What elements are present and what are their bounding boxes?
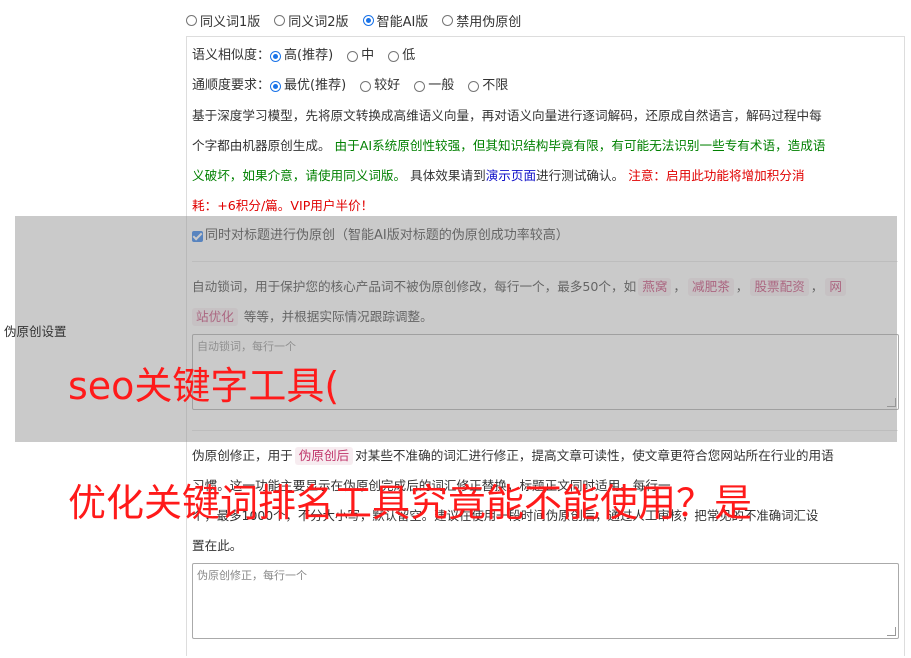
radio-checked-icon[interactable]	[270, 80, 282, 92]
watermark-line-1: seo关键字工具(	[68, 364, 340, 408]
radio-similarity-mid[interactable]: 中	[347, 41, 374, 71]
watermark-line-2: 优化关键词排名工具究竟能不能使用？是	[68, 481, 753, 525]
correction-textarea[interactable]: 伪原创修正，每行一个	[192, 563, 899, 639]
radio-synonym-v2[interactable]: 同义词2版	[274, 11, 349, 30]
radio-similarity-high[interactable]: 高(推荐)	[270, 41, 333, 71]
radio-checked-icon[interactable]	[362, 15, 374, 26]
radio-circle-icon[interactable]	[468, 80, 480, 92]
radio-fluency-good[interactable]: 较好	[360, 71, 400, 101]
radio-smart-ai[interactable]: 智能AI版	[362, 11, 428, 30]
ai-description: 基于深度学习模型，先将原文转换成高维语义向量，再对语义向量进行逐词解码，还原成自…	[192, 108, 826, 213]
version-radio-group: 同义词1版 同义词2版 智能AI版 禁用伪原创	[186, 11, 535, 30]
fluency-row: 通顺度要求： 最优(推荐) 较好 一般 不限	[192, 71, 522, 101]
section-label: 伪原创设置	[4, 324, 67, 339]
radio-synonym-v1[interactable]: 同义词1版	[186, 11, 260, 30]
radio-circle-icon[interactable]	[347, 50, 359, 62]
radio-fluency-normal[interactable]: 一般	[414, 71, 454, 101]
fluency-label: 通顺度要求：	[192, 78, 271, 93]
radio-fluency-best[interactable]: 最优(推荐)	[270, 71, 346, 101]
radio-fluency-any[interactable]: 不限	[468, 71, 508, 101]
similarity-row: 语义相似度： 高(推荐) 中 低	[192, 41, 429, 71]
radio-circle-icon[interactable]	[388, 50, 400, 62]
radio-circle-icon[interactable]	[186, 15, 197, 26]
demo-page-link[interactable]: 演示页面	[486, 168, 536, 183]
radio-circle-icon[interactable]	[274, 15, 286, 26]
radio-circle-icon[interactable]	[360, 80, 372, 92]
resize-handle-icon[interactable]	[887, 627, 896, 636]
radio-disable-rewrite[interactable]: 禁用伪原创	[442, 11, 521, 30]
radio-circle-icon[interactable]	[414, 80, 426, 92]
similarity-label: 语义相似度：	[192, 48, 271, 63]
radio-circle-icon[interactable]	[442, 15, 454, 26]
radio-checked-icon[interactable]	[270, 50, 282, 62]
radio-similarity-low[interactable]: 低	[388, 41, 415, 71]
